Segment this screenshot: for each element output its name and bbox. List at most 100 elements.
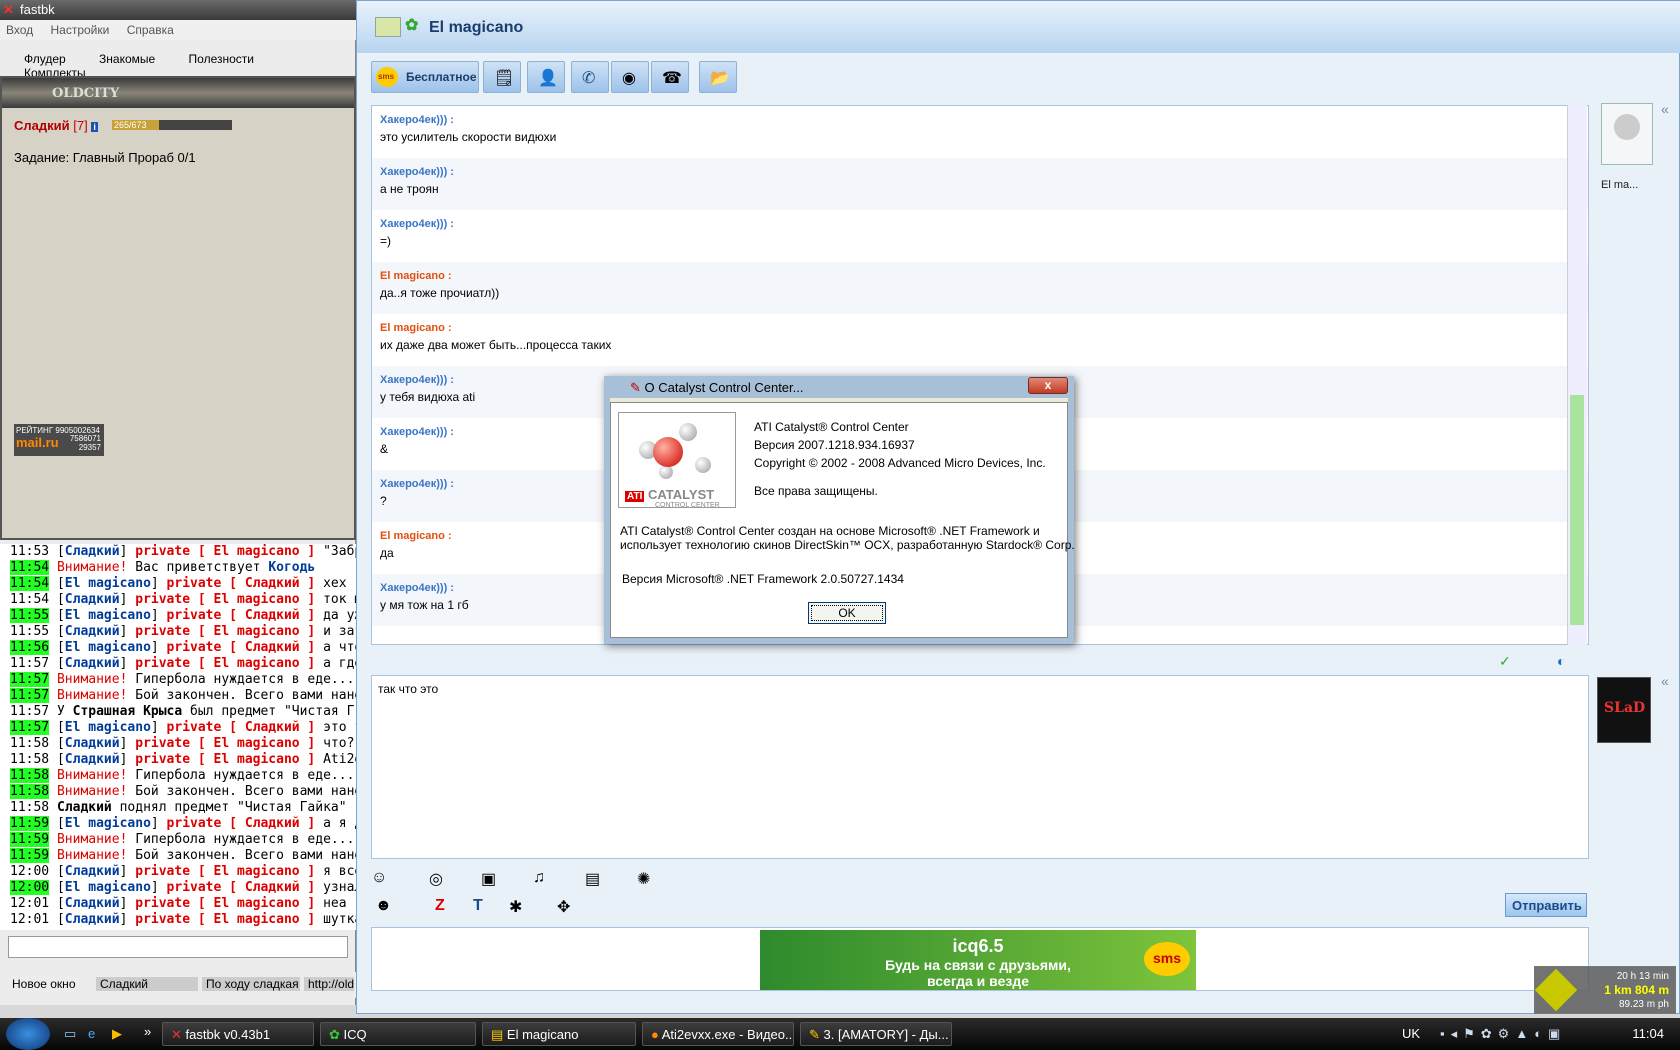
video-icon[interactable]: ▣	[481, 869, 496, 889]
character-name[interactable]: Сладкий [7] i	[14, 118, 98, 133]
icq-ad-banner[interactable]: icq6.5 Будь на связи с друзьями, всегда …	[760, 930, 1196, 990]
product-name: ATI Catalyst® Control Center	[754, 420, 909, 434]
emoji-icon[interactable]: ☻	[375, 897, 392, 915]
gps-sign-icon	[1534, 968, 1578, 1012]
dialog-close-button[interactable]: x	[1028, 377, 1068, 394]
send-file-button[interactable]: 📂	[699, 61, 737, 93]
effects-icon[interactable]: ✺	[637, 869, 650, 889]
picture-icon[interactable]: ▤	[585, 869, 600, 889]
info-icon[interactable]: i	[91, 122, 98, 132]
description-1: ATI Catalyst® Control Center создан на о…	[620, 524, 1040, 538]
bee-icon[interactable]: ✱	[509, 897, 522, 917]
ok-button[interactable]: OK	[808, 602, 886, 624]
notebook-icon	[375, 17, 401, 37]
phone-icon: ✆	[582, 70, 596, 87]
fastbk-window: ✕ fastbk Вход Настройки Справка Флудер З…	[0, 0, 356, 1005]
free-sms-button[interactable]: sms Бесплатное	[371, 61, 479, 93]
task-amatory[interactable]: ✎ 3. [AMATORY] - Ды...	[800, 1022, 952, 1046]
product-version: Версия 2007.1218.934.16937	[754, 438, 915, 452]
history-scrollbar[interactable]	[1567, 105, 1587, 645]
quicklaunch-more-icon[interactable]: »	[144, 1024, 151, 1039]
catalyst-app-icon: ✎	[630, 380, 641, 395]
gps-speed: 89.23 m ph	[1618, 999, 1669, 1010]
gps-widget[interactable]: 20 h 13 min 1 km 804 m 89.23 m ph	[1534, 966, 1676, 1014]
chat-message: Хакеро4ек))) : это усилитель скорости вид…	[372, 106, 1588, 158]
task-ati2evxx[interactable]: ● Ati2evxx.exe - Видео...	[642, 1022, 794, 1046]
message-author[interactable]: Хакеро4ек))) :	[380, 114, 1588, 126]
mailru-counter[interactable]: РЕЙТИНГ 9905002634 mail.ru 7586071 29357	[14, 424, 104, 456]
new-window-button[interactable]: Новое окно	[12, 977, 76, 991]
gps-distance: 1 km 804 m	[1604, 983, 1669, 997]
tab-znakomye[interactable]: Знакомые	[99, 52, 155, 66]
log-line: 12:00 [Сладкий] private [ El magicano ] …	[10, 864, 356, 879]
log-line: 11:59 Внимание! Бой закончен. Всего вами…	[10, 848, 356, 863]
collapse-icon-2[interactable]: «	[1661, 673, 1669, 689]
mailru-count1: 7586071	[69, 434, 101, 443]
fastbk-chat-input[interactable]	[8, 936, 348, 958]
task-el-magicano[interactable]: ▤ El magicano	[482, 1022, 636, 1046]
mailru-count2: 29357	[78, 443, 101, 452]
quicklaunch-desktop-icon[interactable]: ▭	[64, 1026, 76, 1042]
message-input[interactable]: так что это	[371, 675, 1589, 859]
quicklaunch-ie-icon[interactable]: e	[88, 1026, 95, 1041]
call-button[interactable]: ✆	[571, 61, 609, 93]
flower-icon: ✿	[405, 17, 419, 34]
contact-avatar[interactable]	[1601, 103, 1653, 165]
message-author[interactable]: Хакеро4ек))) :	[380, 166, 1588, 178]
message-text: да..я тоже прочиатл))	[380, 286, 500, 300]
logo-ati: ATI	[625, 491, 645, 502]
webcam-button[interactable]: ◉	[611, 61, 649, 93]
log-line: 11:58 Сладкий поднял предмет "Чистая Гай…	[10, 800, 347, 815]
clock[interactable]: 11:04	[1632, 1026, 1664, 1041]
tray-icons[interactable]: ▪◂⚑✿⚙▲◐▣	[1440, 1026, 1566, 1042]
history-icon[interactable]: ◐	[1557, 653, 1565, 669]
fastbk-title: fastbk	[20, 2, 55, 17]
collapse-icon[interactable]: «	[1661, 101, 1669, 117]
start-button[interactable]	[6, 1018, 50, 1050]
eye-icon[interactable]: ◎	[429, 869, 443, 889]
add-contact-button[interactable]: 👤	[527, 61, 565, 93]
menu-help[interactable]: Справка	[127, 23, 174, 37]
quicklaunch-media-icon[interactable]: ▶	[112, 1026, 122, 1042]
spellcheck-icon[interactable]: ✓	[1499, 653, 1511, 670]
rights: Все права защищены.	[754, 484, 878, 498]
ad-banner-area: icq6.5 Будь на связи с друзьями, всегда …	[371, 927, 1589, 991]
message-author[interactable]: Хакеро4ек))) :	[380, 218, 1588, 230]
scrollbar-thumb[interactable]	[1570, 395, 1584, 625]
message-author[interactable]: El magicano :	[380, 322, 1588, 334]
taskbar: ▭ e ▶ » ✕ fastbk v0.43b1 ✿ ICQ ▤ El magi…	[0, 1018, 1680, 1050]
menu-vhod[interactable]: Вход	[6, 23, 33, 37]
log-line: 11:55 [El magicano] private [ Сладкий ] …	[10, 608, 356, 623]
menu-settings[interactable]: Настройки	[51, 23, 110, 37]
smiley-icon[interactable]: ☺	[371, 869, 387, 887]
log-line: 12:00 [El magicano] private [ Сладкий ] …	[10, 880, 356, 895]
log-line: 11:54 Внимание! Вас приветствует Когодь	[10, 560, 316, 575]
task-icq[interactable]: ✿ ICQ	[320, 1022, 476, 1046]
tab-fluder[interactable]: Флудер	[24, 52, 66, 66]
log-line: 11:58 Внимание! Гипербола нуждается в ед…	[10, 768, 355, 783]
buzz-icon[interactable]: Z	[435, 897, 445, 915]
send-button[interactable]: Отправить	[1505, 893, 1587, 917]
language-indicator[interactable]: UK	[1402, 1026, 1420, 1041]
log-line: 11:55 [Сладкий] private [ El magicano ] …	[10, 624, 356, 639]
my-avatar[interactable]: SLaD	[1597, 677, 1651, 743]
message-text: а не троян	[380, 182, 439, 196]
games-icon[interactable]: ✥	[557, 897, 570, 917]
game-panel: OLDCITY Сладкий [7] i 265/673 Задание: Г…	[0, 76, 356, 540]
message-author[interactable]: El magicano :	[380, 270, 1588, 282]
tab-poleznosti[interactable]: Полезности	[189, 52, 254, 66]
log-line: 11:57 Внимание! Бой закончен. Всего вами…	[10, 688, 356, 703]
status-url: http://old	[304, 977, 354, 991]
notes-icon: 🗒	[494, 70, 515, 87]
headphones-icon[interactable]: ♫	[533, 869, 545, 887]
log-line: 11:54 [Сладкий] private [ El magicano ] …	[10, 592, 356, 607]
log-line: 11:58 [Сладкий] private [ El magicano ] …	[10, 736, 355, 751]
notes-button[interactable]: 🗒	[483, 61, 521, 93]
log-line: 11:56 [El magicano] private [ Сладкий ] …	[10, 640, 356, 655]
log-line: 11:54 [El magicano] private [ Сладкий ] …	[10, 576, 347, 591]
chat-log: 11:53 [Сладкий] private [ El magicano ] …	[0, 544, 356, 930]
fax-button[interactable]: ☎	[651, 61, 689, 93]
task-fastbk[interactable]: ✕ fastbk v0.43b1	[162, 1022, 314, 1046]
text-format-icon[interactable]: T	[473, 897, 483, 915]
fastbk-titlebar: ✕ fastbk	[0, 0, 356, 20]
